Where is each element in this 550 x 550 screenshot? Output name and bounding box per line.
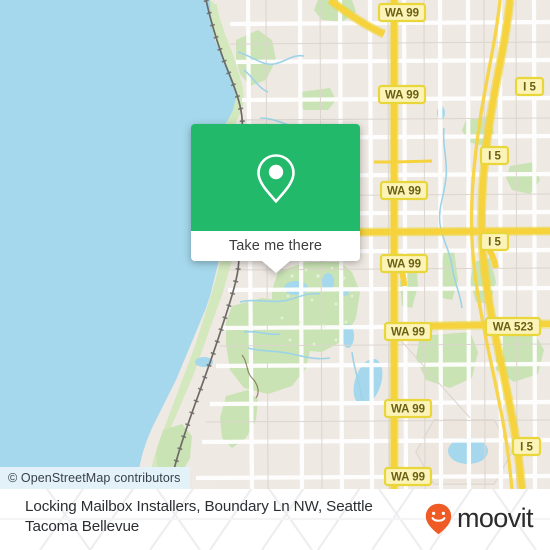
svg-text:WA 99: WA 99	[391, 472, 425, 484]
shield-i5-4: I 5	[511, 436, 542, 457]
popup-cta-label: Take me there	[228, 238, 323, 254]
svg-text:moovit: moovit	[457, 504, 534, 533]
shield-wa99-6: WA 99	[383, 398, 433, 419]
shield-wa99-3: WA 99	[379, 180, 429, 201]
shield-wa99-2: WA 99	[377, 84, 427, 105]
shield-wa523: WA 523	[484, 316, 542, 337]
moovit-map-screenshot: WA 99 WA 99 I 5 I 5 WA 99 I 5 WA 99 WA 9…	[0, 0, 550, 550]
shield-wa99-5: WA 99	[383, 321, 433, 342]
shield-i5-2: I 5	[479, 145, 510, 166]
svg-text:WA 523: WA 523	[493, 322, 533, 334]
svg-text:I 5: I 5	[523, 82, 536, 94]
svg-text:WA 99: WA 99	[387, 186, 421, 198]
shield-wa99-1: WA 99	[377, 2, 427, 23]
svg-text:WA 99: WA 99	[385, 8, 419, 20]
place-title: Locking Mailbox Installers, Boundary Ln …	[25, 498, 373, 535]
osm-attribution[interactable]: © OpenStreetMap contributors	[0, 467, 190, 489]
svg-text:WA 99: WA 99	[391, 404, 425, 416]
svg-text:WA 99: WA 99	[385, 90, 419, 102]
svg-text:I 5: I 5	[520, 442, 533, 454]
moovit-logo[interactable]: moovit	[425, 503, 550, 535]
svg-text:WA 99: WA 99	[391, 327, 425, 339]
svg-text:I 5: I 5	[488, 237, 501, 249]
shield-wa99-4: WA 99	[379, 253, 429, 274]
moovit-smiley-pin-icon	[425, 503, 452, 535]
popup-image-area	[191, 124, 360, 231]
take-me-there-popup[interactable]: Take me there	[191, 124, 360, 273]
shield-i5-1: I 5	[514, 76, 545, 97]
map-pin-icon	[256, 153, 295, 203]
moovit-wordmark: moovit	[457, 504, 535, 533]
shield-wa99-7: WA 99	[383, 466, 433, 487]
shield-i5-3: I 5	[479, 231, 510, 252]
popup-pointer-tail	[261, 261, 290, 273]
map-canvas[interactable]: WA 99 WA 99 I 5 I 5 WA 99 I 5 WA 99 WA 9…	[0, 0, 550, 489]
svg-text:I 5: I 5	[488, 151, 501, 163]
svg-text:WA 99: WA 99	[387, 259, 421, 271]
popup-cta-bar[interactable]: Take me there	[191, 231, 360, 261]
